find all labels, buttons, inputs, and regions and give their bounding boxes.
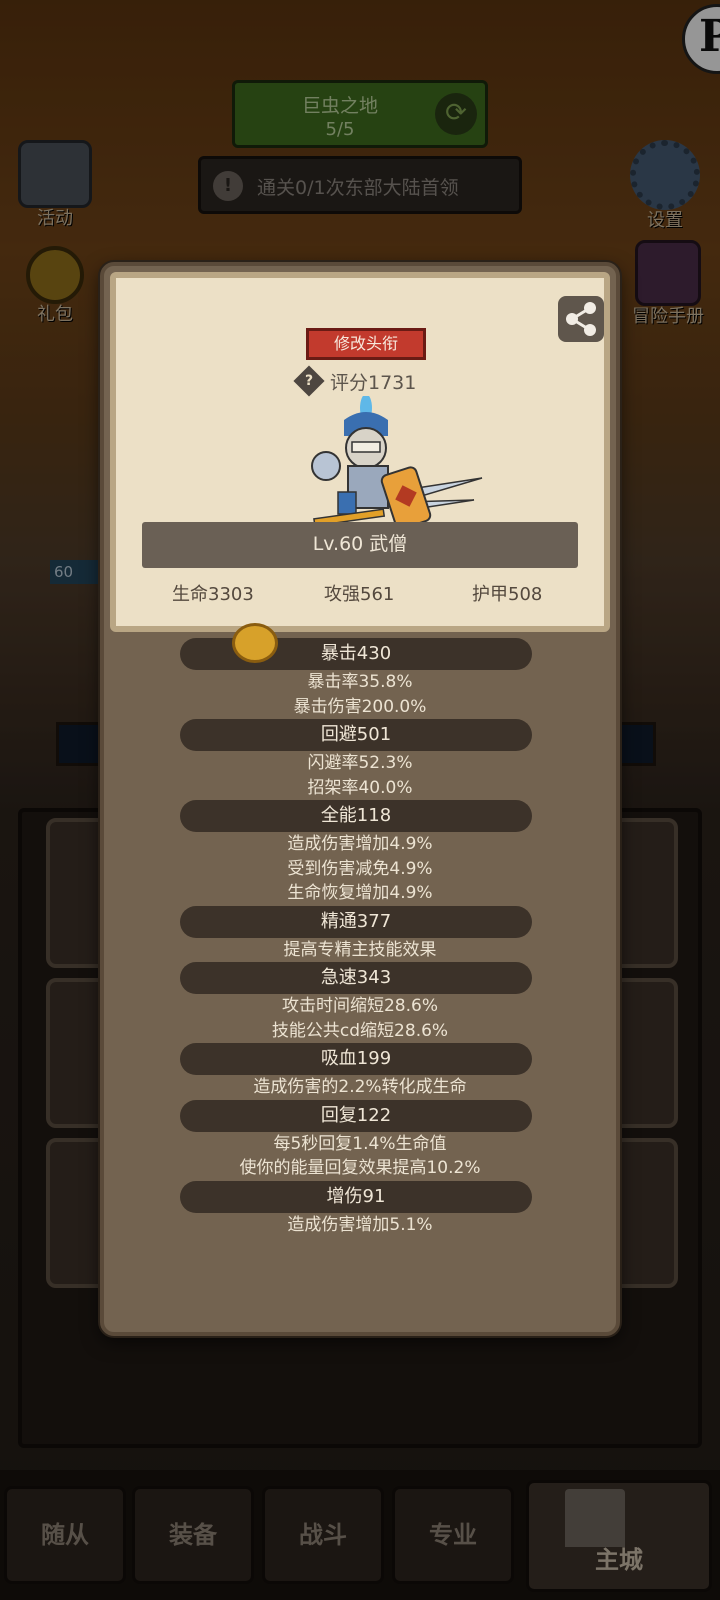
stat-line: 闪避率52.3% (307, 753, 413, 773)
stat-header-damage-bonus: 增伤91 (180, 1180, 532, 1213)
hero-stats-modal: 修改头衔 ? 评分1731 Lv.60 武僧 生命3303 攻强561 护甲50… (100, 262, 620, 1336)
armor-stat: 护甲508 (472, 584, 543, 605)
stat-line: 招架率40.0% (307, 777, 413, 798)
stat-line: 暴击率35.8% (307, 672, 413, 692)
stat-list: 暴击430 暴击率35.8% 暴击伤害200.0% 回避501 闪避率52.3%… (104, 638, 616, 1237)
base-stats: 生命3303 攻强561 护甲508 (116, 580, 604, 610)
stat-line: 技能公共cd缩短28.6% (271, 1020, 449, 1041)
stat-line: 造成伤害增加5.1% (287, 1214, 433, 1235)
stat-line: 生命恢复增加4.9% (287, 883, 433, 903)
help-icon[interactable]: ? (293, 365, 325, 397)
stat-line: 造成伤害增加4.9% (287, 834, 433, 854)
stat-line: 提高专精主技能效果 (283, 939, 437, 960)
score-row: ? 评分1731 (293, 365, 417, 397)
stat-header-mastery: 精通377 (180, 905, 532, 938)
stat-header-leech: 吸血199 (180, 1043, 532, 1075)
stat-line: 攻击时间缩短28.6% (281, 996, 438, 1016)
attack-stat: 攻强561 (324, 584, 395, 605)
hero-portrait (311, 396, 483, 530)
stat-line: 受到伤害减免4.9% (287, 858, 433, 879)
stat-header-haste: 急速343 (180, 962, 532, 994)
stat-header-avoidance: 回避501 (180, 719, 532, 751)
score-text: 评分1731 (330, 371, 417, 394)
stat-line: 造成伤害的2.2%转化成生命 (253, 1077, 467, 1097)
edit-title-button[interactable]: 修改头衔 (306, 328, 426, 360)
stat-header-regen: 回复122 (180, 1099, 532, 1132)
share-button[interactable] (558, 296, 604, 342)
share-icon (566, 302, 596, 336)
stat-header-versatility: 全能118 (180, 800, 532, 832)
stat-line: 每5秒回复1.4%生命值 (273, 1133, 447, 1154)
hp-stat: 生命3303 (172, 584, 254, 605)
hero-card: 修改头衔 ? 评分1731 Lv.60 武僧 生命3303 攻强561 护甲50… (110, 272, 610, 632)
stat-line: 使你的能量回复效果提高10.2% (239, 1158, 481, 1178)
stat-line: 暴击伤害200.0% (293, 696, 427, 717)
hero-name-bar: Lv.60 武僧 (142, 522, 578, 568)
coin-icon (232, 623, 278, 663)
